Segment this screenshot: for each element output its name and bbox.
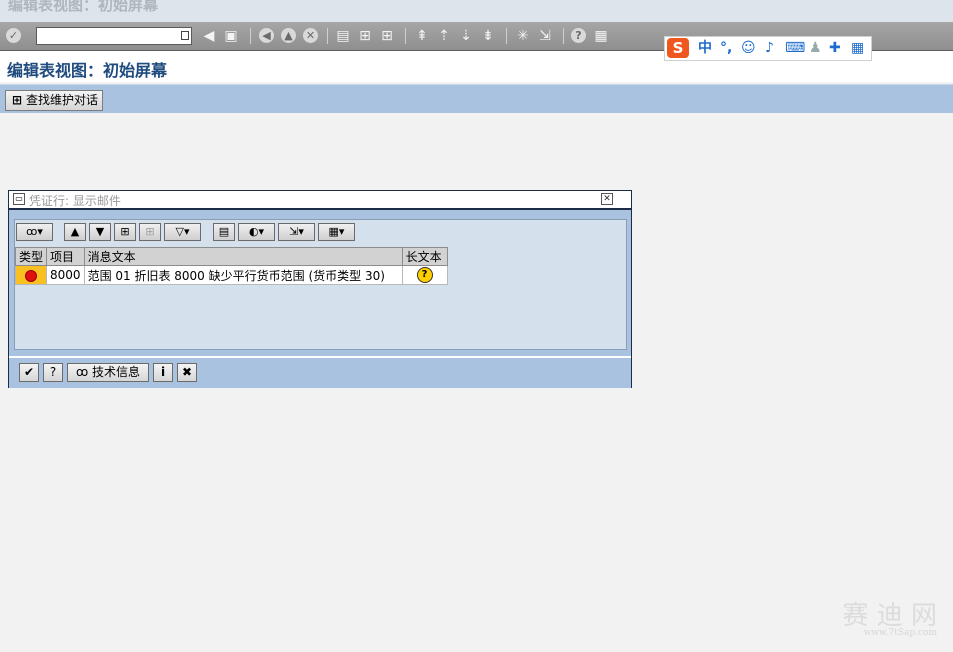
save-icon[interactable]: ▣ <box>222 27 240 45</box>
error-status-icon <box>25 269 37 282</box>
item-cell[interactable]: 8000 <box>46 265 85 285</box>
dialog-titlebar: ▭ 凭证行: 显示邮件 ✕ <box>9 191 631 210</box>
help-icon[interactable]: ? <box>571 28 586 43</box>
info-button[interactable]: i <box>153 363 173 382</box>
toolbar-separator <box>327 28 328 44</box>
column-header-item[interactable]: 项目 <box>46 247 85 266</box>
command-field[interactable] <box>36 27 192 45</box>
toolbar-separator <box>405 28 406 44</box>
export-icon[interactable]: ⇲▾ <box>278 223 315 241</box>
history-back-icon[interactable]: ◀ <box>200 27 218 45</box>
sort-ascending-icon[interactable]: ▲ <box>64 223 86 241</box>
print-preview-icon[interactable]: ▤ <box>213 223 235 241</box>
shortcut-icon[interactable]: ⇲ <box>536 27 554 45</box>
column-header-type[interactable]: 类型 <box>14 247 48 266</box>
keyboard-icon[interactable]: ⌨ <box>785 39 805 57</box>
table-row[interactable]: 8000 范围 01 折旧表 8000 缺少平行货币范围 (货币类型 30) ? <box>14 265 448 285</box>
back-icon[interactable]: ◀ <box>259 28 274 43</box>
toolbar-separator <box>563 28 564 44</box>
layout-icon[interactable]: ▦▾ <box>318 223 355 241</box>
cancel-icon[interactable]: ✕ <box>303 28 318 43</box>
find-maintenance-dialog-button[interactable]: ⊞ 查找维护对话 <box>5 90 104 111</box>
toolbox-icon[interactable]: ▦ <box>851 39 864 57</box>
message-type-cell[interactable] <box>14 265 48 285</box>
cancel-button[interactable]: ✖ <box>177 363 197 382</box>
glasses-icon: ꝏ <box>75 365 93 379</box>
toolbar-separator <box>506 28 507 44</box>
ime-toolbar[interactable]: S 中 °, ☺ ♪ ⌨ ♟ ✚ ▦ <box>664 36 872 61</box>
find-icon[interactable]: ⊞ <box>356 27 374 45</box>
user-icon[interactable]: ♟ <box>809 39 822 57</box>
continue-button[interactable]: ✔ <box>19 363 39 382</box>
new-session-icon[interactable]: ✳ <box>514 27 532 45</box>
last-page-icon[interactable]: ⇟ <box>479 27 497 45</box>
find-next-icon[interactable]: ⊞ <box>378 27 396 45</box>
find-maintenance-dialog-label: 查找维护对话 <box>26 93 99 107</box>
binoculars-icon: ⊞ <box>11 93 23 107</box>
tech-info-button[interactable]: ꝏ 技术信息 <box>67 363 149 382</box>
help-button[interactable]: ? <box>43 363 63 382</box>
next-page-icon[interactable]: ⇣ <box>457 27 475 45</box>
print-icon[interactable]: ▤ <box>334 27 352 45</box>
command-dropdown-icon[interactable] <box>181 31 189 40</box>
toolbar-separator <box>250 28 251 44</box>
dialog-close-icon[interactable]: ✕ <box>601 193 613 205</box>
dialog-title: 凭证行: 显示邮件 <box>29 194 121 208</box>
message-text-cell[interactable]: 范围 01 折旧表 8000 缺少平行货币范围 (货币类型 30) <box>83 265 403 285</box>
column-header-message-text[interactable]: 消息文本 <box>83 247 403 266</box>
details-glasses-icon[interactable]: ꝏ▾ <box>16 223 53 241</box>
exit-icon[interactable]: ▲ <box>281 28 296 43</box>
prev-page-icon[interactable]: ⇡ <box>435 27 453 45</box>
column-header-long-text[interactable]: 长文本 <box>401 247 448 266</box>
dialog-footer: ✔ ? ꝏ 技术信息 i ✖ <box>9 356 631 388</box>
alv-toolbar: ꝏ▾ ▲ ▼ ⊞ ⊞ ▽▾ ▤ ◐▾ ⇲▾ ▦▾ <box>15 220 626 246</box>
window-titlebar: 编辑表视图：初始屏幕 <box>0 0 953 22</box>
emoji-icon[interactable]: ☺ <box>741 39 756 57</box>
long-text-cell[interactable]: ? <box>401 265 448 285</box>
skin-icon[interactable]: ✚ <box>829 39 841 57</box>
command-input[interactable] <box>37 28 179 44</box>
message-list-area: ꝏ▾ ▲ ▼ ⊞ ⊞ ▽▾ ▤ ◐▾ ⇲▾ ▦▾ 类型 项目 消息文本 长文本 <box>14 219 627 350</box>
long-text-help-icon[interactable]: ? <box>416 267 433 283</box>
window-title: 编辑表视图：初始屏幕 <box>8 0 159 14</box>
enter-icon[interactable]: ✓ <box>6 28 21 43</box>
views-icon[interactable]: ◐▾ <box>238 223 275 241</box>
application-toolbar: ⊞ 查找维护对话 <box>0 84 953 113</box>
find-next-icon: ⊞ <box>139 223 161 241</box>
filter-icon[interactable]: ▽▾ <box>164 223 201 241</box>
tech-info-label: 技术信息 <box>92 365 141 379</box>
sort-descending-icon[interactable]: ▼ <box>89 223 111 241</box>
microphone-icon[interactable]: ♪ <box>765 39 774 57</box>
watermark-text: 赛 迪 网 <box>842 601 937 631</box>
sogou-logo-icon[interactable]: S <box>667 38 689 58</box>
table-header-row: 类型 项目 消息文本 长文本 <box>14 247 448 266</box>
ime-punctuation[interactable]: °, <box>720 39 732 57</box>
message-dialog: ▭ 凭证行: 显示邮件 ✕ ꝏ▾ ▲ ▼ ⊞ ⊞ ▽▾ ▤ ◐▾ ⇲▾ ▦▾ 类… <box>8 190 632 388</box>
layout-menu-icon[interactable]: ▦ <box>592 27 610 45</box>
find-icon[interactable]: ⊞ <box>114 223 136 241</box>
message-table: 类型 项目 消息文本 长文本 8000 范围 01 折旧表 8000 缺少平行货… <box>14 247 448 285</box>
ime-mode[interactable]: 中 <box>698 39 712 57</box>
dialog-window-icon: ▭ <box>13 193 25 205</box>
page-title: 编辑表视图：初始屏幕 <box>7 61 168 80</box>
watermark-logo: 赛 迪 网 www.7tSap.com <box>842 595 937 638</box>
first-page-icon[interactable]: ⇞ <box>413 27 431 45</box>
